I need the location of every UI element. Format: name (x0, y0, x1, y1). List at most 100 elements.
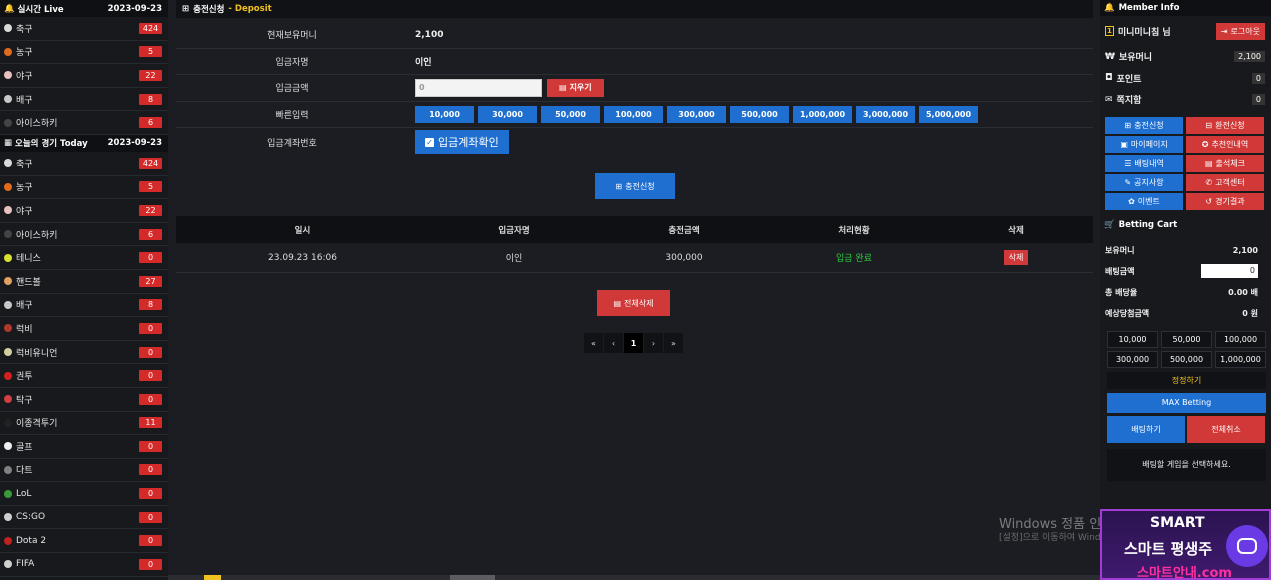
page-next[interactable]: › (644, 333, 663, 353)
bell-icon: 🔔 (4, 3, 15, 14)
col-delete: 삭제 (1008, 225, 1024, 236)
member-menu-button[interactable]: ↺ 경기결과 (1186, 192, 1264, 210)
row-status: 입금 완료 (836, 254, 872, 264)
sport-item[interactable]: 배구 8 (0, 88, 168, 112)
delete-all-button[interactable]: ▤ 전체삭제 (597, 290, 670, 316)
sport-item[interactable]: 배구 8 (0, 294, 168, 318)
sport-item[interactable]: FIFA 0 (0, 553, 168, 577)
member-menu-button[interactable]: ✆ 고객센터 (1186, 173, 1264, 191)
quick-amount-button[interactable]: 3,000,000 (856, 105, 915, 123)
member-menu-button[interactable]: ⊟ 환전신청 (1186, 116, 1264, 134)
sport-item[interactable]: 야구 22 (0, 199, 168, 223)
menu-icon: ▣ (1120, 139, 1128, 149)
money-row: ₩ 보유머니 2,100 (1100, 46, 1271, 68)
sport-name: 축구 (16, 24, 33, 35)
plus-square-icon: ⊞ (182, 4, 190, 14)
page-first[interactable]: « (584, 333, 603, 353)
member-menu-button[interactable]: ☰ 배팅내역 (1105, 154, 1183, 172)
reset-button[interactable]: 정정하기 (1107, 371, 1266, 389)
money-value: 2,100 (1234, 51, 1265, 63)
sport-count-badge: 6 (139, 117, 162, 129)
deposit-panel: ⊞ 충전신청 - Deposit 현재보유머니 2,100 입금자명 이인 입금… (176, 0, 1093, 580)
cart-quick-button[interactable]: 50,000 (1161, 330, 1212, 348)
member-menu-button[interactable]: ✎ 공지사항 (1105, 173, 1183, 191)
quick-amount-button[interactable]: 300,000 (667, 105, 726, 123)
col-name: 입금자명 (498, 225, 530, 236)
history-table-header: 일시 입금자명 충전금액 처리현황 삭제 (176, 216, 1093, 243)
sport-item[interactable]: LoL 0 (0, 482, 168, 506)
quick-amount-button[interactable]: 30,000 (478, 105, 537, 123)
quick-amount-button[interactable]: 100,000 (604, 105, 663, 123)
col-amount: 충전금액 (668, 225, 700, 236)
deposit-submit-button[interactable]: ⊞ 충전신청 (595, 173, 675, 199)
bet-button[interactable]: 배팅하기 (1107, 415, 1185, 443)
member-menu-button[interactable]: ✿ 이벤트 (1105, 192, 1183, 210)
bet-amount-row: 배팅금액 0 (1100, 261, 1271, 282)
scrollbar-thumb[interactable] (450, 575, 495, 580)
bet-amount-input[interactable]: 0 (1201, 264, 1258, 278)
member-header: 🔔 Member Info (1100, 0, 1271, 16)
cart-quick-button[interactable]: 100,000 (1215, 330, 1266, 348)
sport-item[interactable]: CS:GO 0 (0, 506, 168, 530)
sport-item[interactable]: 럭비 0 (0, 317, 168, 341)
sport-name: 배구 (16, 301, 33, 312)
sport-name: CS:GO (16, 512, 46, 523)
menu-icon: ✪ (1201, 139, 1209, 149)
quick-amount-button[interactable]: 1,000,000 (793, 105, 852, 123)
money-label: 보유머니 (1118, 53, 1153, 64)
sport-item[interactable]: 핸드볼 27 (0, 270, 168, 294)
horizontal-scrollbar[interactable] (168, 575, 1100, 580)
odds-label: 총 배당율 (1105, 287, 1138, 297)
row-delete-button[interactable]: 삭제 (1003, 250, 1029, 265)
sport-item[interactable]: 축구 424 (0, 152, 168, 176)
logout-button[interactable]: ⇥ 로그아웃 (1215, 22, 1265, 40)
sport-item[interactable]: 이종격투기 11 (0, 412, 168, 436)
member-menu-button[interactable]: ✪ 추천인내역 (1186, 135, 1264, 153)
cart-quick-button[interactable]: 10,000 (1107, 330, 1158, 348)
chat-button[interactable] (1226, 525, 1268, 567)
sport-item[interactable]: 아이스하키 6 (0, 223, 168, 247)
menu-label: 추천인내역 (1211, 139, 1249, 149)
member-menu-button[interactable]: ⊞ 충전신청 (1105, 116, 1183, 134)
cart-quick-button[interactable]: 1,000,000 (1215, 350, 1266, 368)
cart-quick-button[interactable]: 500,000 (1161, 350, 1212, 368)
clear-button[interactable]: ▤ 지우기 (547, 78, 604, 97)
quick-amount-button[interactable]: 500,000 (730, 105, 789, 123)
sport-item[interactable]: 아이스하키 6 (0, 111, 168, 135)
plus-square-icon: ⊞ (615, 181, 623, 191)
quick-amount-button[interactable]: 5,000,000 (919, 105, 978, 123)
sport-item[interactable]: 야구 22 (0, 64, 168, 88)
live-date: 2023-09-23 (107, 3, 162, 14)
page-last[interactable]: » (664, 333, 683, 353)
sport-item[interactable]: 테니스 0 (0, 246, 168, 270)
amount-input[interactable]: 0 (415, 78, 542, 97)
sport-count-badge: 5 (139, 46, 162, 58)
member-menu-button[interactable]: ▣ 마이페이지 (1105, 135, 1183, 153)
sport-item[interactable]: Dota 2 0 (0, 529, 168, 554)
balance-label: 현재보유머니 (267, 31, 317, 42)
cart-quick-button[interactable]: 300,000 (1107, 350, 1158, 368)
sport-item[interactable]: 축구 424 (0, 17, 168, 41)
live-section-header: 🔔 실시간 Live 2023-09-23 (0, 0, 168, 17)
quick-amount-button[interactable]: 10,000 (415, 105, 474, 123)
account-check-button[interactable]: ✓ 입금계좌확인 (415, 130, 509, 154)
sport-item[interactable]: 다트 0 (0, 459, 168, 483)
point-row: ◘ 포인트 0 (1100, 68, 1271, 90)
cancel-all-button[interactable]: 전체취소 (1187, 415, 1265, 443)
member-menu-button[interactable]: ▤ 출석체크 (1186, 154, 1264, 172)
sport-icon (4, 95, 12, 104)
quick-amount-button[interactable]: 50,000 (541, 105, 600, 123)
calendar-icon: ▦ (4, 138, 13, 149)
sport-item[interactable]: 럭비유니언 0 (0, 341, 168, 365)
cart-message: 배팅할 게임을 선택하세요. (1107, 448, 1266, 481)
chat-bubble-icon (1237, 538, 1257, 554)
sport-item[interactable]: 권투 0 (0, 364, 168, 388)
sport-item[interactable]: 농구 5 (0, 176, 168, 200)
page-prev[interactable]: ‹ (604, 333, 623, 353)
checkbox-icon: ✓ (425, 137, 434, 147)
sport-item[interactable]: 탁구 0 (0, 388, 168, 412)
page-1[interactable]: 1 (624, 333, 643, 353)
sport-item[interactable]: 농구 5 (0, 41, 168, 65)
max-betting-button[interactable]: MAX Betting (1107, 392, 1266, 413)
sport-item[interactable]: 골프 0 (0, 435, 168, 459)
